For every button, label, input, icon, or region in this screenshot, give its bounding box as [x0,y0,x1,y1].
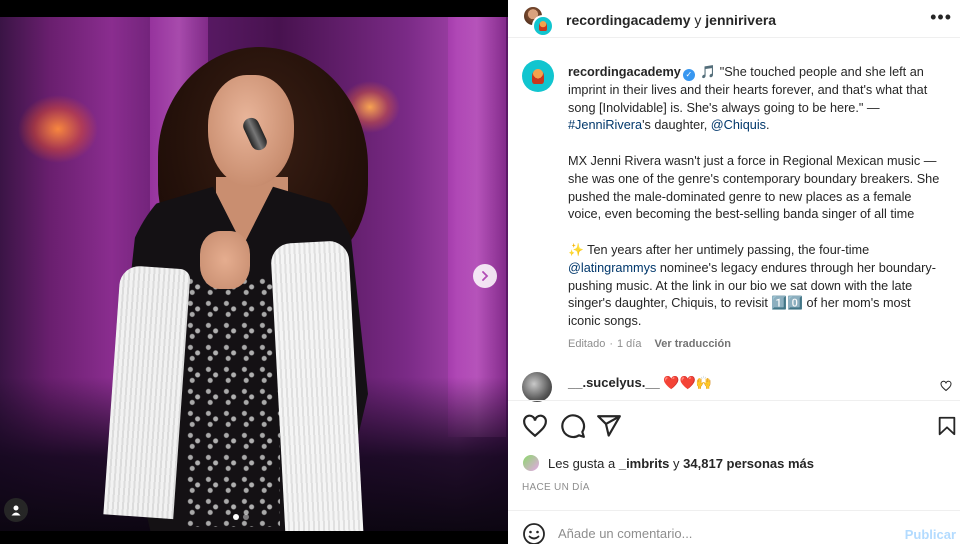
carousel-dot [243,514,249,520]
more-options-icon[interactable]: ••• [930,8,952,26]
post-caption: recordingacademy ✓ 🎵 "She touched people … [568,64,946,331]
gramophone-icon [539,21,547,31]
comment-composer: Publicar [508,510,960,544]
post-photo[interactable] [0,17,508,531]
chevron-right-icon [482,271,489,281]
carousel-dot [233,514,239,520]
tagged-users-button[interactable] [4,498,28,522]
authors-joiner: y [694,12,702,28]
emoji-icon[interactable] [522,522,546,544]
edited-label: Editado [568,338,606,350]
publish-button[interactable]: Publicar [905,527,956,542]
post-media[interactable] [0,0,508,544]
carousel-indicator [233,514,249,520]
see-translation-link[interactable]: Ver traducción [655,338,731,350]
hashtag-link[interactable]: #JenniRivera [568,118,642,132]
caption-text: 's daughter, [642,118,708,133]
liker-avatar[interactable] [522,454,540,472]
heart-icon[interactable] [522,413,548,439]
carousel-next-button[interactable] [473,264,497,288]
heart-icon[interactable] [940,380,952,392]
liker-username[interactable]: _imbrits [619,456,670,471]
caption-area: recordingacademy ✓ 🎵 "She touched people … [508,46,960,368]
likes-count[interactable]: 34,817 personas más [683,456,814,471]
sparkle-emoji: ✨ [568,242,584,257]
post-header: recordingacademy y jennirivera ••• [508,0,960,38]
verified-badge-icon: ✓ [682,69,695,81]
caption-meta: Editado · 1 día Ver traducción [568,338,731,350]
comment-content: __.sucelyus.__ ❤️❤️🙌 [568,375,712,391]
author-link[interactable]: recordingacademy [566,12,691,28]
caption-text: Ten years after her untimely passing, th… [587,242,870,257]
caption-avatar[interactable] [522,60,554,92]
singer-hand [200,231,250,289]
commenter-avatar[interactable] [522,372,552,402]
shawl-right [270,240,364,531]
post-timestamp[interactable]: HACE UN DÍA [522,482,590,493]
music-note-icon: 🎵 [700,65,717,79]
caption-paragraph: ✨ Ten years after her untimely passing, … [568,242,946,331]
dress-embroidery [185,277,280,527]
comment-icon[interactable] [560,413,586,439]
likes-prefix: Les gusta a [548,456,616,471]
user-icon [11,505,21,516]
post-details-panel: recordingacademy y jennirivera ••• recor… [508,0,960,544]
comment-input[interactable] [558,520,888,544]
post-age: 1 día [616,338,642,350]
caption-text: . [766,118,770,133]
mention-link[interactable]: @Chiquis [711,118,766,132]
caption-paragraph: MX Jenni Rivera wasn't just a force in R… [568,153,940,222]
mention-link[interactable]: @latingrammys [568,261,656,275]
avatar-recordingacademy[interactable] [532,15,554,37]
author-link[interactable]: jennirivera [705,12,776,28]
likes-joiner: y [673,456,680,471]
comment-text: ❤️❤️🙌 [663,375,712,390]
likes-text[interactable]: Les gusta a _imbrits y 34,817 personas m… [548,456,814,471]
bookmark-icon[interactable] [936,413,958,439]
stage-light-pillar [448,17,506,437]
commenter-username[interactable]: __.sucelyus.__ [568,375,660,390]
comment-row: __.sucelyus.__ ❤️❤️🙌 [522,372,952,402]
likes-summary: Les gusta a _imbrits y 34,817 personas m… [522,454,952,474]
gramophone-icon [532,68,544,84]
collab-avatars[interactable] [522,5,554,37]
caption-username[interactable]: recordingacademy [568,65,681,79]
post-authors: recordingacademy y jennirivera [566,12,776,28]
post-actions [508,400,960,450]
share-icon[interactable] [596,413,622,439]
